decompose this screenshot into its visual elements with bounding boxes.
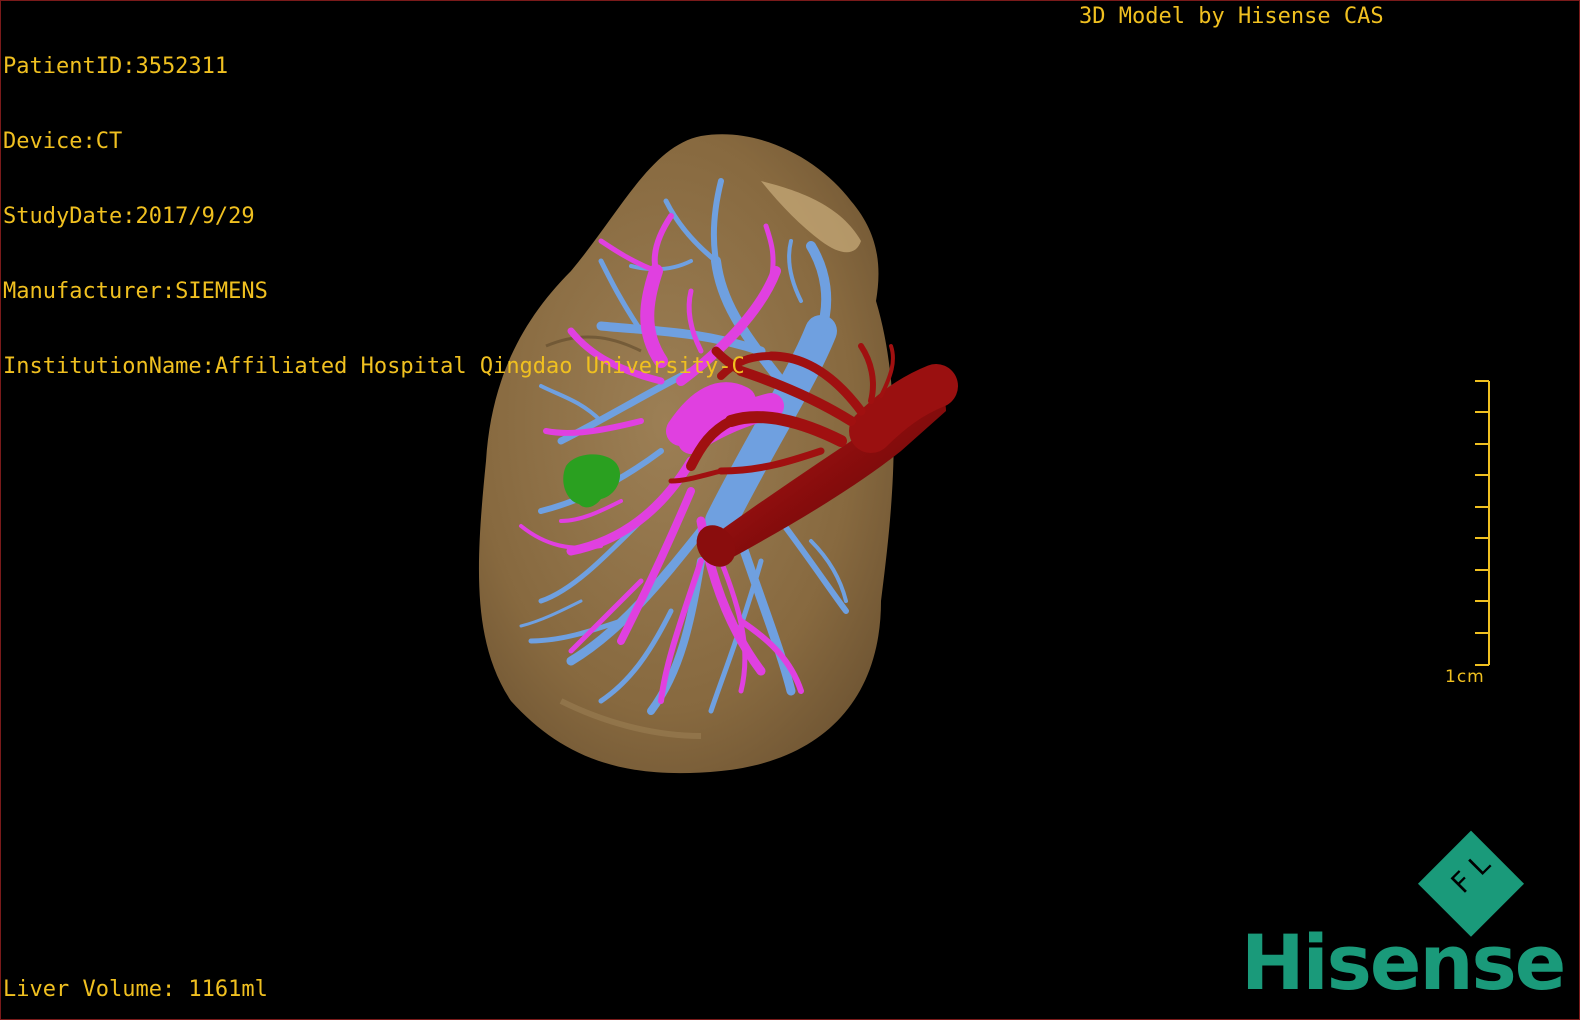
scale-bar-label: 1cm	[1445, 667, 1485, 687]
manufacturer: Manufacturer:SIEMENS	[3, 279, 268, 304]
patient-id: PatientID:3552311	[3, 54, 229, 79]
liver-volume-readout: Liver Volume: 1161ml	[3, 977, 268, 1002]
institution-name: InstitutionName:Affiliated Hospital Qing…	[3, 354, 745, 379]
device: Device:CT	[3, 129, 123, 154]
study-date: StudyDate:2017/9/29	[3, 204, 255, 229]
hisense-logo: Hisense	[1241, 918, 1566, 1007]
scale-bar	[1475, 380, 1490, 666]
model-brand-caption: 3D Model by Hisense CAS	[1079, 4, 1384, 29]
dicom-info-panel: PatientID:3552311 Device:CT StudyDate:20…	[3, 4, 745, 429]
render-viewport[interactable]: PatientID:3552311 Device:CT StudyDate:20…	[0, 0, 1580, 1020]
